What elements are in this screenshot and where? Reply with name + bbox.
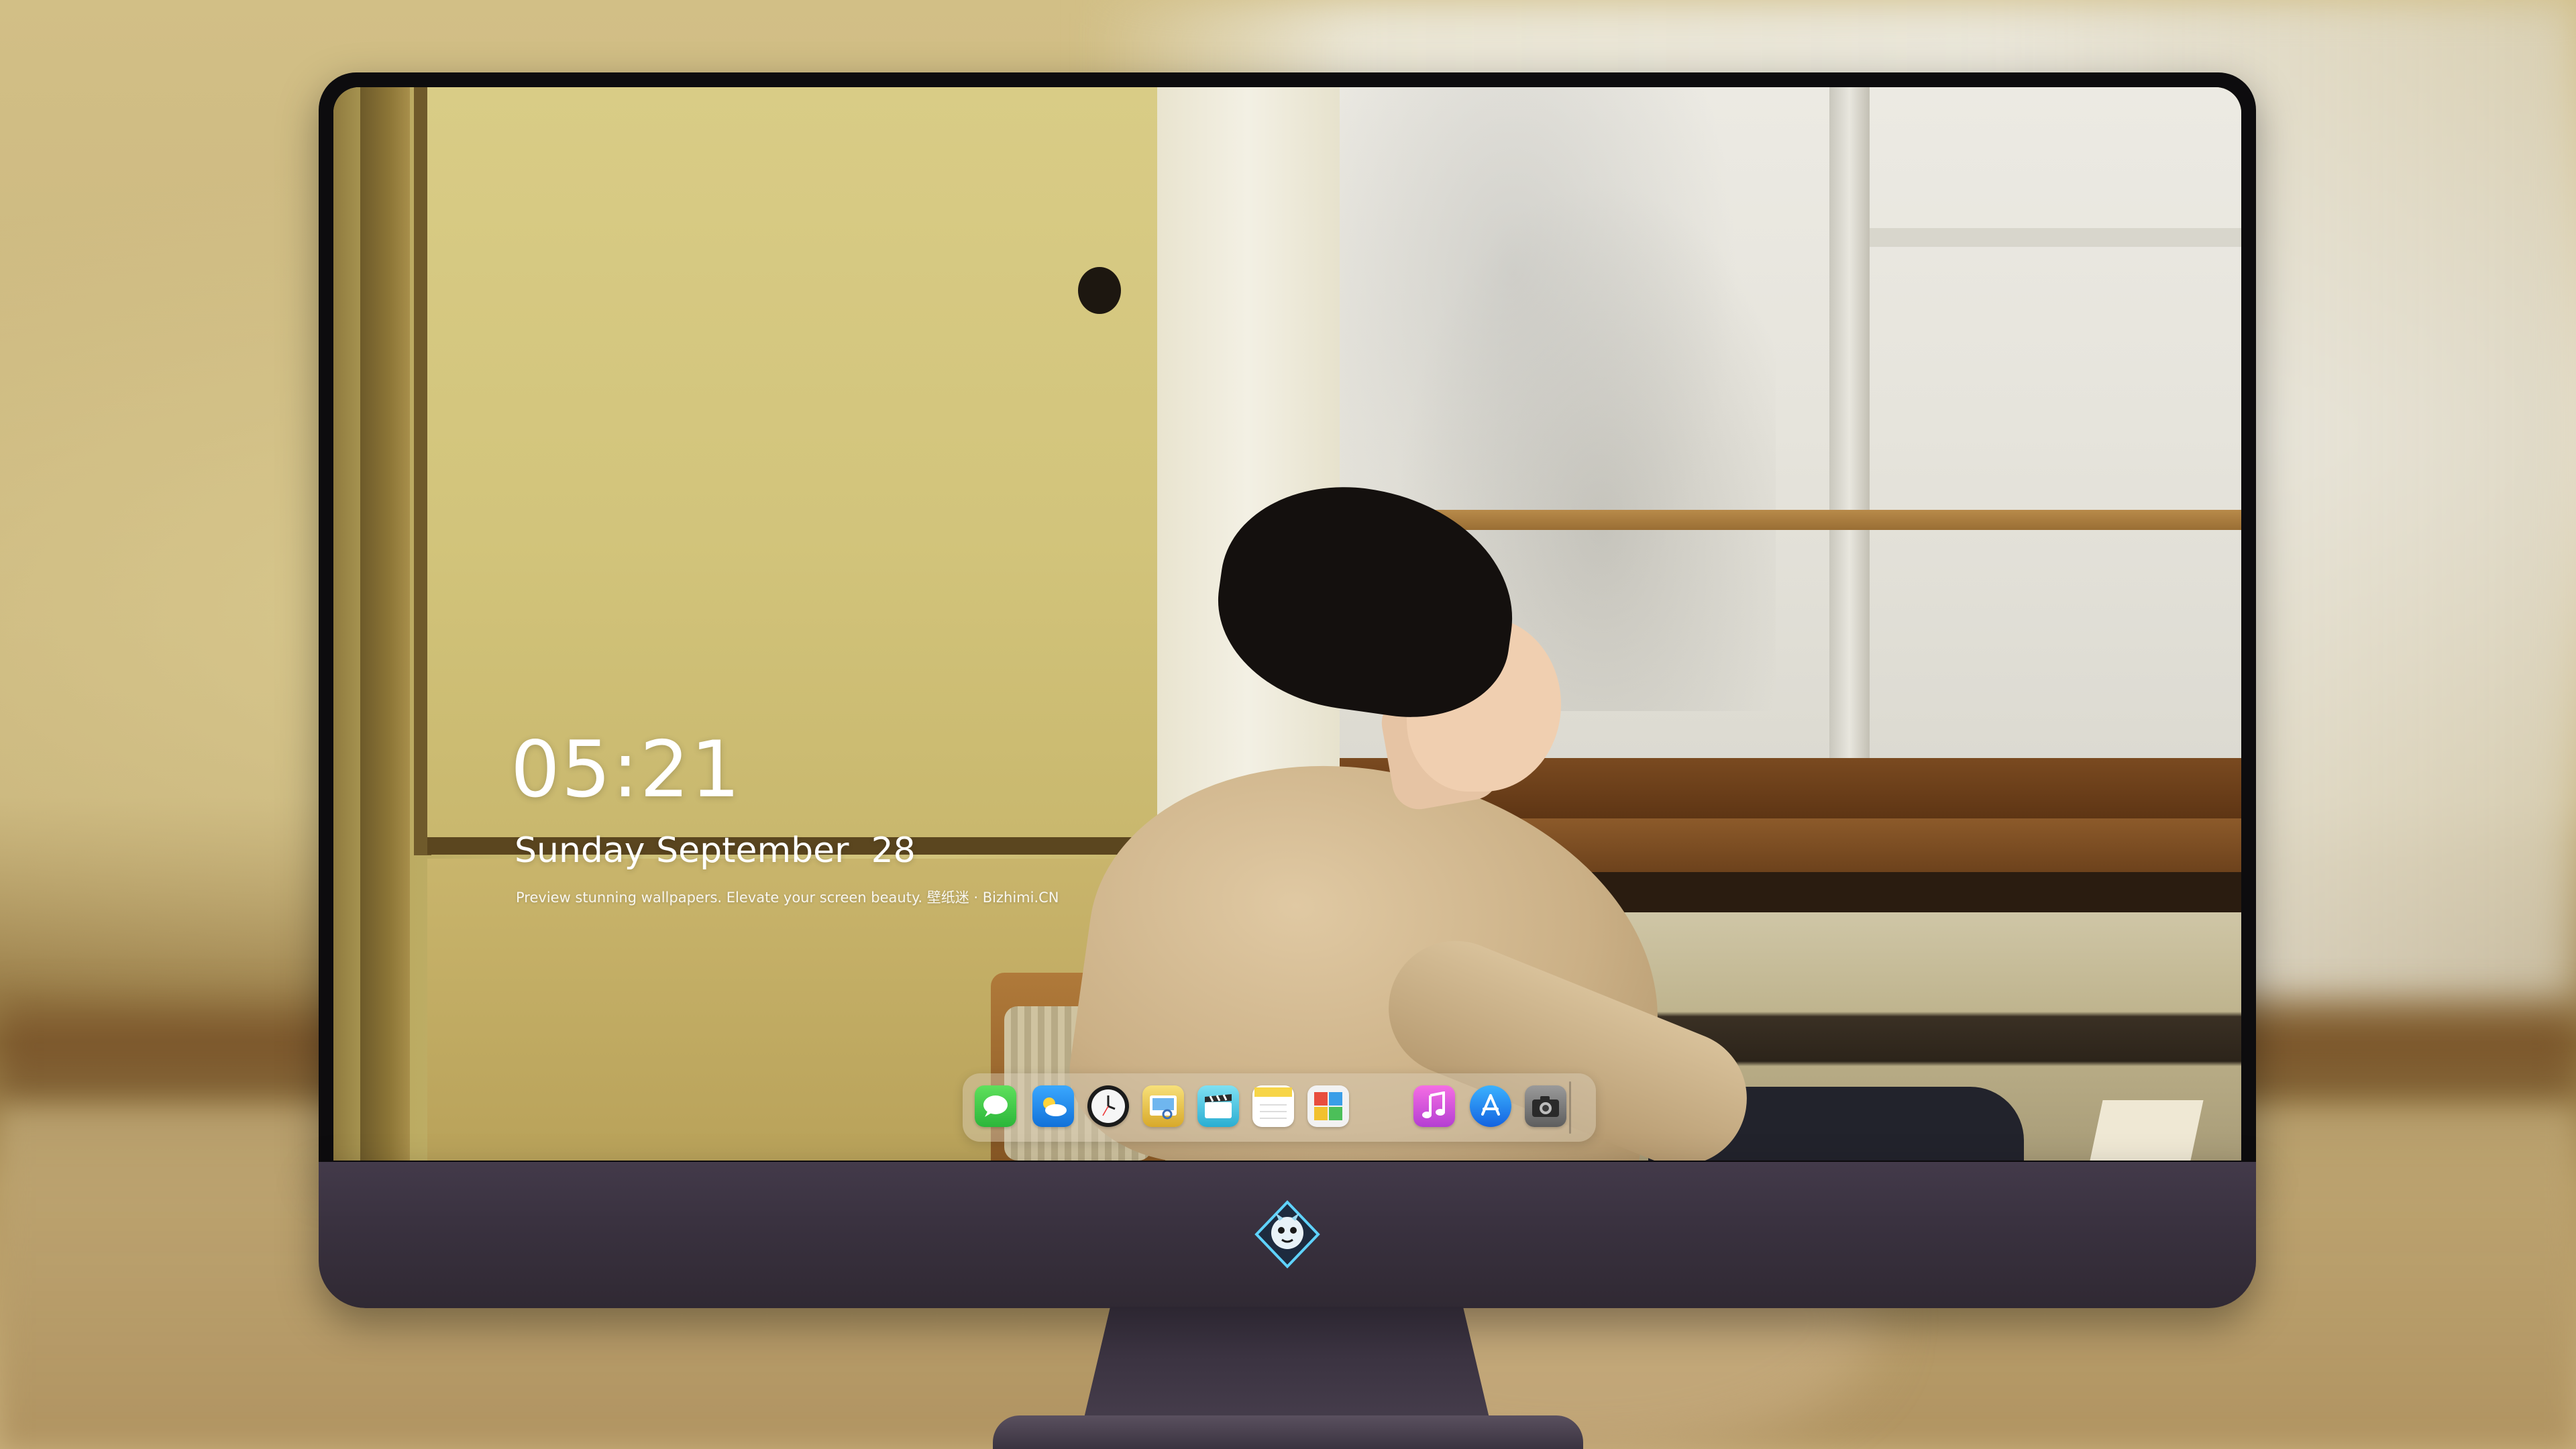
- wallpaper-tissue-box: [2090, 1100, 2204, 1161]
- clock-icon[interactable]: [1087, 1085, 1129, 1127]
- monitor-stand-base: [993, 1415, 1583, 1449]
- wallpaper-window-crossbar: [1870, 228, 2241, 247]
- camera-icon[interactable]: [1525, 1085, 1566, 1127]
- preview-icon[interactable]: [1142, 1085, 1184, 1127]
- wallpaper-door-pull: [1078, 267, 1121, 314]
- dragon-mascot-icon: [1252, 1199, 1322, 1269]
- weather-icon[interactable]: [1032, 1085, 1074, 1127]
- music-note-icon[interactable]: [1413, 1085, 1455, 1127]
- dock-separator: [1569, 1081, 1571, 1134]
- monitor-screen[interactable]: 05:21 Sunday September 28 Preview stunni…: [333, 87, 2241, 1161]
- lock-screen-time: 05:21: [511, 724, 742, 815]
- photo-booth-icon[interactable]: [1307, 1085, 1349, 1127]
- notes-icon[interactable]: [1252, 1085, 1294, 1127]
- wallpaper-window-rail: [1420, 510, 2241, 530]
- wallpaper-post: [360, 87, 410, 1161]
- wallpaper-curtain: [1157, 87, 1358, 859]
- wallpaper-window-mullion: [1829, 87, 1870, 758]
- clapper-icon[interactable]: [1197, 1085, 1239, 1127]
- messages-icon[interactable]: [975, 1085, 1016, 1127]
- monitor: 05:21 Sunday September 28 Preview stunni…: [319, 72, 2256, 1308]
- lock-screen-tagline: Preview stunning wallpapers. Elevate you…: [516, 890, 1059, 906]
- desktop-scene: 05:21 Sunday September 28 Preview stunni…: [0, 0, 2576, 1449]
- app-store-icon[interactable]: [1470, 1085, 1511, 1127]
- lock-screen-date: Sunday September 28: [515, 830, 916, 871]
